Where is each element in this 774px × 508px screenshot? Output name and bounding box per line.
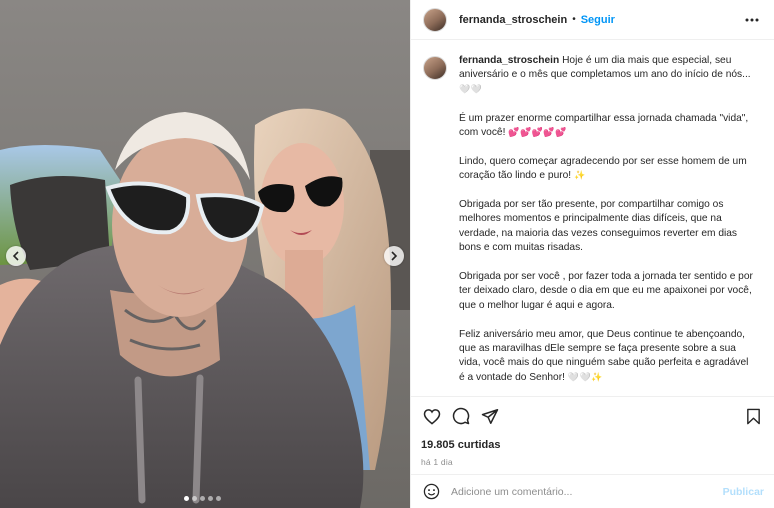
caption-paragraph: fernanda_stroschein Hoje é um dia mais q… [459, 54, 755, 97]
comment-icon [452, 407, 470, 425]
share-icon [481, 408, 499, 424]
caption-paragraph-text: Obrigada por ser tão presente, por compa… [459, 199, 738, 254]
chevron-right-icon [391, 251, 398, 261]
share-button[interactable] [479, 405, 501, 427]
caption-emoji: 🤍🤍 [459, 84, 483, 95]
carousel-dot [216, 496, 221, 501]
carousel-dot [192, 496, 197, 501]
comment-button[interactable] [450, 405, 472, 427]
more-options-button[interactable] [742, 10, 762, 30]
post-details-panel: fernanda_stroschein • Seguir fernanda_st… [410, 0, 774, 508]
avatar[interactable] [423, 7, 447, 32]
comment-bar: Publicar [411, 474, 774, 508]
caption-avatar[interactable] [423, 56, 447, 80]
carousel-dot [200, 496, 205, 501]
caption-paragraph-text: Feliz aniversário meu amor, que Deus con… [459, 328, 749, 383]
carousel-dot [208, 496, 213, 501]
carousel-dots [184, 496, 221, 501]
publish-button[interactable]: Publicar [723, 486, 764, 498]
caption-paragraph-text: Obrigada por ser você , por fazer toda a… [459, 271, 753, 311]
post-header: fernanda_stroschein • Seguir [411, 0, 774, 40]
caption-emoji: 🤍🤍✨ [567, 372, 603, 383]
caption-paragraph: Lindo, quero começar agradecendo por ser… [459, 155, 755, 184]
follow-button[interactable]: Seguir [581, 14, 615, 26]
carousel-next-button[interactable] [384, 246, 404, 266]
caption-text: fernanda_stroschein Hoje é um dia mais q… [459, 54, 755, 396]
post-timestamp[interactable]: há 1 dia [421, 457, 764, 467]
caption-paragraph: É um prazer enorme compartilhar essa jor… [459, 112, 755, 141]
instagram-post: fernanda_stroschein • Seguir fernanda_st… [0, 0, 774, 508]
caption-paragraph: Obrigada por ser você , por fazer toda a… [459, 270, 755, 313]
caption-area: fernanda_stroschein Hoje é um dia mais q… [411, 40, 774, 396]
caption-paragraph-text: É um prazer enorme compartilhar essa jor… [459, 112, 749, 139]
caption-paragraph-text: Lindo, quero começar agradecendo por ser… [459, 155, 747, 182]
caption-emoji: 💕💕💕💕💕 [508, 128, 567, 139]
emoji-button[interactable] [421, 482, 441, 502]
caption-username[interactable]: fernanda_stroschein [459, 55, 559, 66]
post-photo [0, 0, 410, 508]
emoji-icon [423, 483, 439, 500]
post-media[interactable] [0, 0, 410, 508]
header-separator: • [572, 14, 576, 25]
likes-count[interactable]: 19.805 curtidas [421, 439, 764, 451]
header-username[interactable]: fernanda_stroschein [459, 14, 567, 26]
carousel-dot [184, 496, 189, 501]
action-bar [421, 405, 764, 427]
more-horizontal-icon [745, 18, 759, 21]
chevron-left-icon [12, 251, 19, 261]
heart-icon [423, 408, 441, 425]
actions-area: 19.805 curtidas há 1 dia [411, 396, 774, 474]
save-button[interactable] [742, 405, 764, 427]
like-button[interactable] [421, 405, 443, 427]
bookmark-icon [746, 408, 760, 424]
comment-input[interactable] [451, 485, 723, 498]
carousel-prev-button[interactable] [6, 246, 26, 266]
caption-paragraph: Obrigada por ser tão presente, por compa… [459, 198, 755, 256]
caption-paragraph: Feliz aniversário meu amor, que Deus con… [459, 328, 755, 386]
caption-emoji: ✨ [573, 171, 586, 182]
